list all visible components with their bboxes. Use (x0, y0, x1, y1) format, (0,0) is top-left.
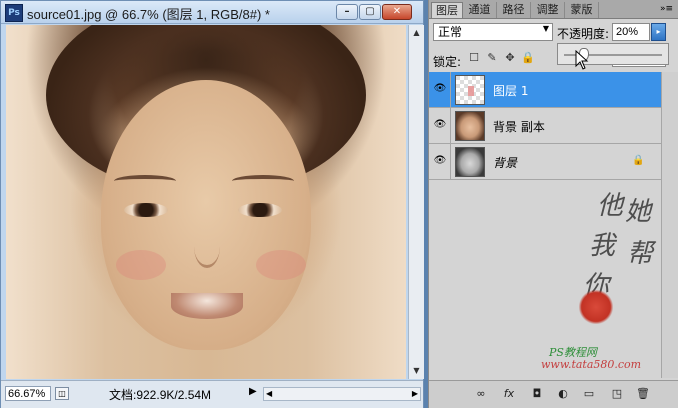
layer-name: 图层 1 (493, 84, 529, 98)
eye-icon: 👁 (433, 83, 447, 94)
left-eyebrow (114, 175, 176, 187)
opacity-input[interactable]: 20% (612, 23, 650, 41)
status-bar: 66.67% ◫ 文档:922.9K/2.54M ▶ ◀ ▶ (1, 380, 423, 408)
window-titlebar[interactable]: Ps source01.jpg @ 66.7% (图层 1, RGB/8#) *… (1, 1, 423, 24)
mouth (171, 293, 243, 319)
add-mask-icon[interactable]: ◘ (529, 386, 545, 402)
layer-name: 背景 副本 (493, 120, 545, 134)
vertical-scrollbar[interactable]: ▲ ▼ (408, 25, 424, 379)
lock-pixels-icon[interactable]: ✎ (485, 51, 499, 65)
layer-thumbnail (455, 147, 485, 177)
restore-button[interactable]: ▢ (359, 4, 381, 20)
adjustment-layer-icon[interactable]: ◐ (555, 386, 571, 402)
visibility-toggle[interactable]: 👁 (429, 108, 451, 143)
photoshop-logo-icon: Ps (5, 4, 23, 22)
minimize-button[interactable]: – (336, 4, 358, 20)
watermark-char: 他 (597, 191, 624, 221)
visibility-toggle[interactable]: 👁 (429, 144, 451, 179)
opacity-slider-toggle-button[interactable]: ▸ (651, 23, 666, 41)
new-group-icon[interactable]: ▭ (581, 386, 597, 402)
lock-label: 锁定: (433, 55, 462, 69)
delete-layer-icon[interactable]: 🗑 (635, 386, 651, 402)
layer-thumbnail (455, 75, 485, 105)
chevron-down-icon: ▼ (542, 24, 549, 33)
horizontal-scrollbar[interactable]: ◀ ▶ (263, 387, 421, 401)
watermark-char: 我 (589, 231, 616, 261)
image-canvas[interactable] (6, 25, 406, 379)
watermark-url: www.tata580.com (541, 358, 642, 371)
left-cheek (116, 250, 166, 280)
scroll-up-icon[interactable]: ▲ (411, 27, 422, 39)
watermark-char: 帮 (627, 239, 654, 269)
right-eyebrow (232, 175, 294, 187)
layer-row-background-copy[interactable]: 👁 背景 副本 (429, 108, 661, 144)
nose (194, 225, 220, 268)
new-layer-icon[interactable]: ◳ (609, 386, 625, 402)
panel-footer: ∞ fx ◘ ◐ ▭ ◳ 🗑 (429, 380, 678, 408)
left-eye (124, 203, 168, 217)
red-seal-stamp (579, 290, 613, 324)
right-eye (238, 203, 282, 217)
close-button[interactable]: ✕ (382, 4, 412, 20)
layers-panel: 图层 通道 路径 调整 蒙版 »≡ 正常 ▼ 不透明度: 20% ▸ 锁定: ☐… (428, 0, 678, 408)
layers-list: 👁 图层 1 👁 背景 副本 👁 背景 🔒 (429, 72, 678, 180)
eye-icon: 👁 (433, 119, 447, 130)
document-title: source01.jpg @ 66.7% (图层 1, RGB/8#) * (27, 7, 270, 22)
document-size-info: 文档:922.9K/2.54M (109, 388, 212, 402)
tab-masks[interactable]: 蒙版 (565, 2, 599, 18)
tab-paths[interactable]: 路径 (497, 2, 531, 18)
layer-thumbnail (455, 111, 485, 141)
tab-channels[interactable]: 通道 (463, 2, 497, 18)
document-info-icon[interactable]: ◫ (55, 387, 69, 400)
layer-row-layer1[interactable]: 👁 图层 1 (429, 72, 661, 108)
document-window: Ps source01.jpg @ 66.7% (图层 1, RGB/8#) *… (0, 0, 424, 408)
opacity-label: 不透明度: (557, 27, 610, 41)
blend-mode-value: 正常 (438, 25, 463, 39)
right-cheek (256, 250, 306, 280)
lock-position-icon[interactable]: ✥ (503, 51, 517, 65)
scroll-left-icon[interactable]: ◀ (266, 388, 272, 400)
eye-icon: 👁 (433, 155, 447, 166)
watermark-char: 她 (625, 197, 652, 227)
lock-transparency-icon[interactable]: ☐ (467, 51, 481, 65)
scroll-right-icon[interactable]: ▶ (412, 388, 418, 400)
zoom-field[interactable]: 66.67% (5, 386, 51, 401)
layer-style-icon[interactable]: fx (501, 386, 517, 402)
layer-row-background[interactable]: 👁 背景 🔒 (429, 144, 661, 180)
lock-all-icon[interactable]: 🔒 (521, 51, 535, 65)
opacity-slider-popup (557, 43, 669, 65)
scroll-down-icon[interactable]: ▼ (411, 365, 422, 377)
panel-tabs: 图层 通道 路径 调整 蒙版 »≡ (429, 0, 678, 19)
link-layers-icon[interactable]: ∞ (473, 386, 489, 402)
status-menu-arrow-icon[interactable]: ▶ (249, 386, 257, 397)
tab-layers[interactable]: 图层 (431, 2, 463, 18)
blend-mode-select[interactable]: 正常 ▼ (433, 23, 553, 41)
visibility-toggle[interactable]: 👁 (429, 72, 451, 107)
layer-name: 背景 (493, 156, 518, 170)
tab-adjustments[interactable]: 调整 (531, 2, 565, 18)
layer-lock-icon: 🔒 (632, 155, 645, 166)
mouse-cursor-icon (575, 50, 589, 70)
panel-menu-icon[interactable]: »≡ (660, 2, 673, 16)
watermark: 他 她 我 帮 你 (549, 185, 669, 365)
